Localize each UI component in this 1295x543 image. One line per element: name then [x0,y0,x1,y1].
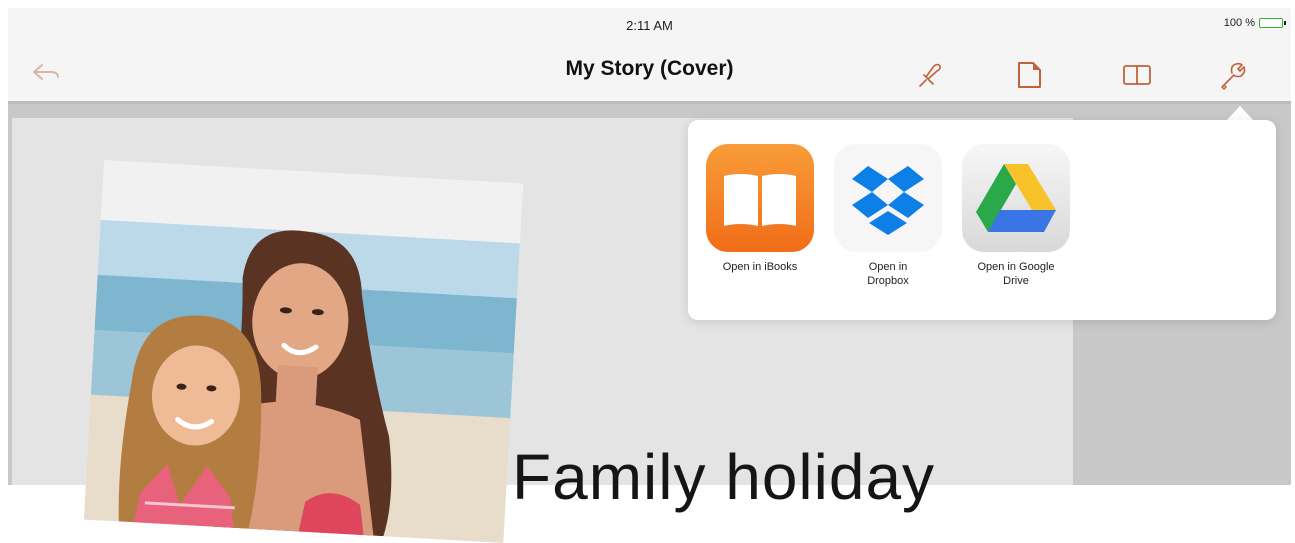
share-label: Open in iBooks [722,261,798,273]
share-label: Open in Dropbox [867,261,909,287]
page-title: My Story (Cover) [565,57,734,80]
cover-photo[interactable] [83,160,524,543]
status-time: 2:11 AM [626,18,673,33]
battery-percent: 100 % [1223,17,1255,29]
wrench-icon [1221,62,1246,90]
settings-button[interactable] [1216,58,1250,92]
cover-heading[interactable]: Family holiday [512,440,935,514]
page-icon [1018,62,1041,88]
family-photo-image [83,160,524,543]
pin-icon [919,63,941,87]
battery-icon [1259,18,1286,28]
popover-arrow [1226,106,1254,121]
dropbox-icon [834,144,942,252]
book-button[interactable] [1120,58,1154,92]
google-drive-icon [962,144,1070,252]
top-bar: 2:11 AM 100 % My Story (Cover) [8,8,1291,102]
share-popover: Open in iBooks Open in Dropbox Open in G… [688,120,1276,320]
open-in-google-drive-button[interactable]: Open in Google Drive [956,144,1076,288]
open-in-ibooks-button[interactable]: Open in iBooks [700,144,820,274]
book-icon [1123,65,1151,85]
ibooks-icon [706,144,814,252]
pin-button[interactable] [912,58,946,92]
page-button[interactable] [1012,58,1046,92]
share-label: Open in Google Drive [977,261,1055,287]
battery-indicator: 100 % [1223,17,1286,29]
open-in-dropbox-button[interactable]: Open in Dropbox [828,144,948,288]
